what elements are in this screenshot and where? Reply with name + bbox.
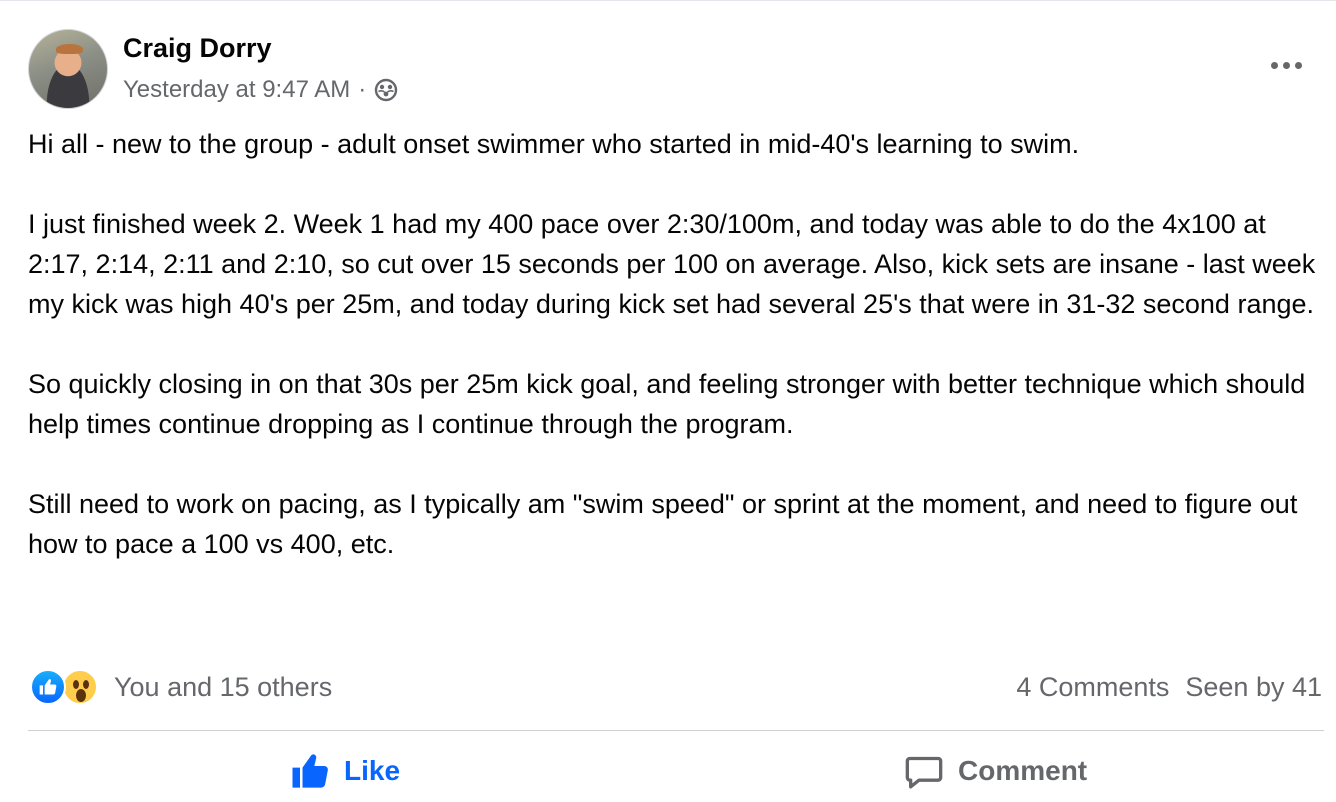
- seen-by-count[interactable]: Seen by 41: [1185, 672, 1322, 703]
- post-paragraph: So quickly closing in on that 30s per 25…: [28, 369, 1306, 439]
- more-options-icon[interactable]: [1264, 49, 1308, 81]
- group-privacy-icon[interactable]: [374, 78, 398, 102]
- meta-separator: ·: [358, 76, 367, 103]
- post-meta: Yesterday at 9:47 AM ·: [123, 75, 398, 105]
- like-button[interactable]: Like: [290, 743, 400, 799]
- reactions-summary[interactable]: You and 15 others: [30, 667, 332, 707]
- post-paragraph: Hi all - new to the group - adult onset …: [28, 129, 1080, 159]
- avatar[interactable]: [28, 29, 108, 109]
- author-name[interactable]: Craig Dorry: [123, 31, 272, 65]
- wow-reaction-icon: [62, 669, 98, 705]
- post-card: Craig Dorry Yesterday at 9:47 AM · Hi al…: [0, 0, 1336, 802]
- divider: [28, 730, 1324, 731]
- like-reaction-icon: [30, 669, 66, 705]
- like-label: Like: [344, 755, 401, 786]
- post-paragraph: I just finished week 2. Week 1 had my 40…: [28, 209, 1316, 319]
- comment-button[interactable]: Comment: [904, 743, 1087, 799]
- post-body: Hi all - new to the group - adult onset …: [28, 124, 1323, 564]
- comment-label: Comment: [958, 755, 1088, 786]
- comment-icon: [905, 756, 943, 789]
- post-timestamp[interactable]: Yesterday at 9:47 AM: [123, 76, 350, 104]
- reactions-text[interactable]: You and 15 others: [114, 672, 332, 703]
- thumbs-up-icon: [292, 754, 328, 788]
- avatar-hair: [56, 44, 83, 54]
- comments-count[interactable]: 4 Comments: [1016, 672, 1169, 703]
- post-stats: 4 Comments Seen by 41: [1016, 667, 1322, 707]
- post-paragraph: Still need to work on pacing, as I typic…: [28, 489, 1298, 559]
